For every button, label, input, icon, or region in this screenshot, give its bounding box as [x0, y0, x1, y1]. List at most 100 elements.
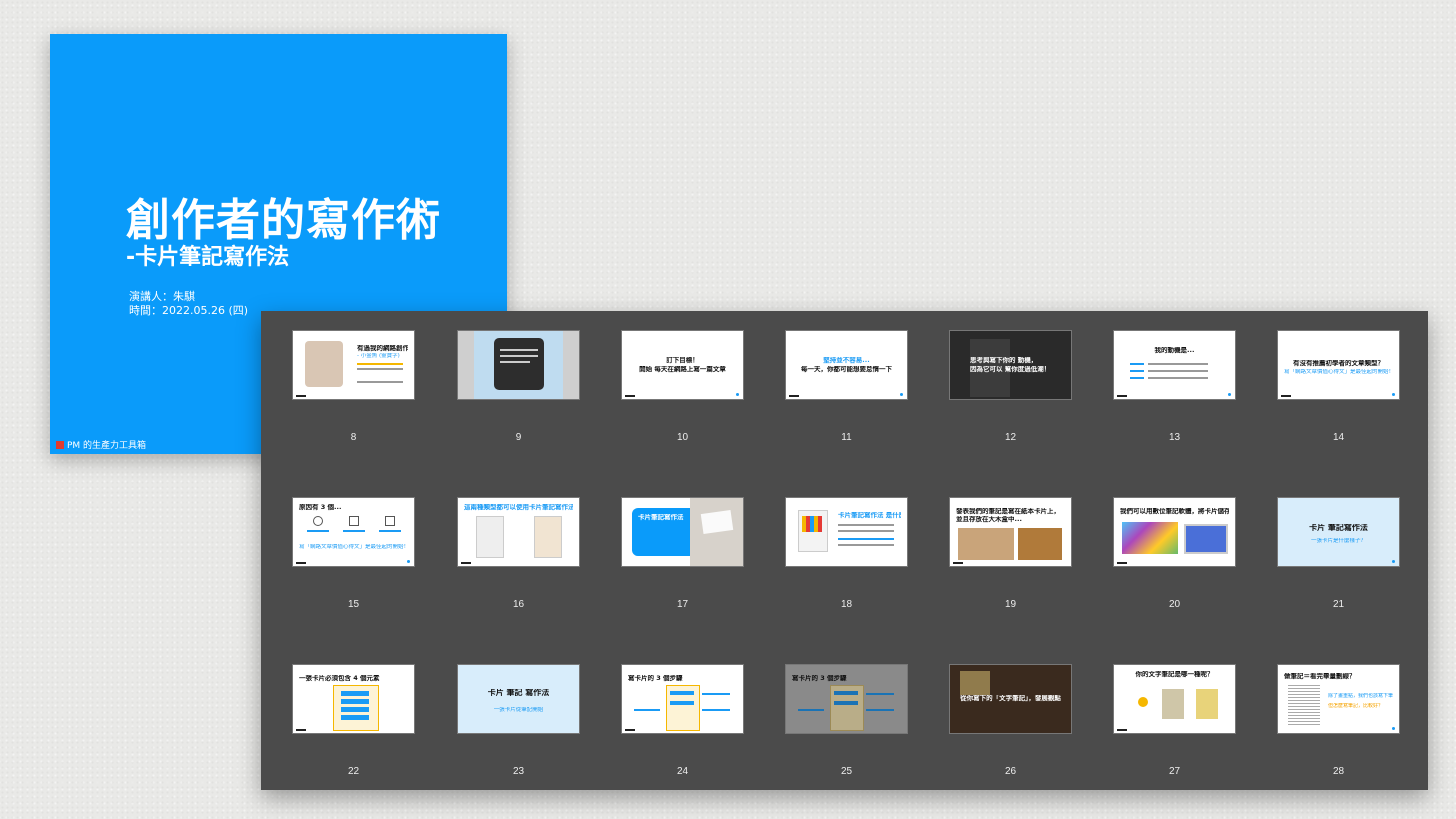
slide-preview[interactable] [457, 330, 580, 400]
document-image [476, 516, 504, 558]
page-marker [1392, 727, 1395, 730]
slide-number: 24 [676, 766, 689, 777]
slide-number: 14 [1332, 432, 1345, 443]
slide-text: 卡片 筆記 寫作法 [487, 689, 550, 696]
slide-preview[interactable]: 卡片筆記寫作法 [621, 497, 744, 567]
slide-preview[interactable]: 做筆記＝看完畢量劃線？ 除了畫重點，我們也該寫下筆記！ 但怎麼寫筆記，比較好？ [1277, 664, 1400, 734]
slide-preview[interactable]: 這兩種類型都可以使用卡片筆記寫作法！ [457, 497, 580, 567]
note-photo [1162, 689, 1184, 719]
card-box-photo [958, 528, 1014, 560]
slide-text: 我們可以用數位筆記軟體，將卡片儲存在電腦中！ [1120, 508, 1229, 515]
slide-text: 卡片筆記寫作法 是什麼？ [838, 512, 901, 519]
brand-mark [296, 395, 306, 397]
slide-preview[interactable]: 發表我們的筆記是寫在紙本卡片上， 並且存放在大木盒中... [949, 497, 1072, 567]
slide-text: 你的文字筆記是哪一種呢？ [1135, 671, 1214, 678]
brand-mark [1117, 729, 1127, 731]
slide-number: 17 [676, 599, 689, 610]
note-photo [1196, 689, 1218, 719]
slide-number: 16 [512, 599, 525, 610]
step-label [866, 693, 894, 695]
card-element [341, 691, 369, 696]
card-drawer-photo [1018, 528, 1062, 560]
brand-logo-icon [56, 440, 64, 449]
slide-text: 發表我們的筆記是寫在紙本卡片上， [956, 508, 1060, 515]
slide-preview[interactable]: 我的動機是... [1113, 330, 1236, 400]
output-icon [385, 516, 395, 526]
brand-mark [1281, 395, 1291, 397]
page-marker [1392, 393, 1395, 396]
side-panel [563, 331, 579, 399]
slide-text: 從你寫下的「文字筆記」，發展觀點 [960, 695, 1061, 702]
page-marker [407, 560, 410, 563]
card-element [341, 707, 369, 712]
laptop-image [1184, 524, 1228, 554]
slide-sorter-panel: 有過我的網路創作者 - 小金魚 (靈寶字) 8 9 訂下目標！ 開始 每天在網路… [261, 311, 1428, 790]
slide-text: 一張卡片是什麼樣子？ [1310, 538, 1366, 544]
step-label [702, 693, 730, 695]
brand-footer: PM 的生產力工具箱 [56, 438, 146, 451]
slide-number: 21 [1332, 599, 1345, 610]
slide-text: 並且存放在大木盒中... [956, 516, 1022, 523]
slide-preview[interactable]: 寫卡片的 3 個步驟 [621, 664, 744, 734]
page-marker [736, 393, 739, 396]
slide-preview[interactable]: 有沒有推薦初學者的文章類型？ 寫「網路文章價值心得文」是最佳起的開始！ [1277, 330, 1400, 400]
slide-preview[interactable]: 你的文字筆記是哪一種呢？ [1113, 664, 1236, 734]
side-panel [458, 331, 474, 399]
speaker-photo [305, 341, 343, 387]
highlighted-page [1288, 685, 1320, 727]
text-placeholder [1130, 363, 1144, 365]
app-icons-collage [1122, 522, 1178, 554]
brand-mark [625, 395, 635, 397]
text-placeholder [1130, 377, 1144, 379]
date-label: 時間：2022.05.26 (四) [129, 304, 249, 317]
brand-mark [789, 395, 799, 397]
slide-preview[interactable]: 卡片 筆記寫作法 一張卡片是什麼樣子？ [1277, 497, 1400, 567]
page-marker [900, 393, 903, 396]
slide-text: 訂下目標！ [666, 357, 699, 364]
slide-preview[interactable]: 訂下目標！ 開始 每天在網路上寫一篇文章 [621, 330, 744, 400]
slide-text: 開始 每天在網路上寫一篇文章 [639, 366, 726, 373]
slide-text: 有沒有推薦初學者的文章類型？ [1293, 360, 1384, 367]
slide-text: 但怎麼寫筆記，比較好？ [1328, 703, 1384, 709]
slide-preview[interactable]: 堅持並不容易... 每一天，你都可能想要怠惰一下 [785, 330, 908, 400]
step-label [702, 709, 730, 711]
slide-preview[interactable]: 卡片 筆記 寫作法 一張卡片從筆記開始 [457, 664, 580, 734]
text-placeholder [500, 355, 538, 357]
slide-text: 堅持並不容易... [823, 357, 870, 364]
slide-number: 12 [1004, 432, 1017, 443]
slide-preview[interactable]: 寫卡片的 3 個步驟 [785, 664, 908, 734]
card-element [341, 715, 369, 720]
slide-number: 19 [1004, 599, 1017, 610]
text-placeholder [1148, 363, 1208, 365]
text-placeholder [838, 544, 894, 546]
slide-text: - 小金魚 (靈寶字) [357, 353, 400, 359]
slide-subtitle: -卡片筆記寫作法 [126, 245, 290, 270]
slide-number: 10 [676, 432, 689, 443]
slide-preview[interactable]: 我們可以用數位筆記軟體，將卡片儲存在電腦中！ [1113, 497, 1236, 567]
text-placeholder [838, 530, 894, 532]
text-placeholder [357, 368, 403, 370]
slide-text: 卡片 筆記寫作法 [1309, 524, 1368, 531]
slide-text: 寫卡片的 3 個步驟 [628, 675, 683, 682]
slide-text: 因為它可以 幫你度過低潮！ [970, 366, 1051, 373]
slide-number: 28 [1332, 766, 1345, 777]
brand-mark [1117, 395, 1127, 397]
slide-text: 寫「網路文章價值心得文」是最佳起的開始！ [1284, 369, 1393, 375]
text-placeholder [1148, 377, 1208, 379]
slide-preview[interactable]: 卡片筆記寫作法 是什麼？ [785, 497, 908, 567]
slide-preview[interactable]: 原因有 3 個... 寫「網路文章價值心得文」是最佳起的開始！ [292, 497, 415, 567]
card-element [670, 691, 694, 695]
slide-preview[interactable]: 思考與寫下你的 動機， 因為它可以 幫你度過低潮！ [949, 330, 1072, 400]
text-placeholder [343, 530, 365, 532]
step-label [866, 709, 894, 711]
slide-preview[interactable]: 一張卡片必須包含 4 個元素 [292, 664, 415, 734]
slide-number: 23 [512, 766, 525, 777]
slide-text: 寫「網路文章價值心得文」是最佳起的開始！ [299, 544, 408, 550]
slide-text: 每一天，你都可能想要怠惰一下 [801, 366, 892, 373]
slide-preview[interactable]: 有過我的網路創作者 - 小金魚 (靈寶字) [292, 330, 415, 400]
slide-preview[interactable]: 從你寫下的「文字筆記」，發展觀點 [949, 664, 1072, 734]
card-element [834, 691, 858, 695]
text-placeholder [500, 349, 538, 351]
brand-name: PM 的生產力工具箱 [67, 441, 147, 451]
input-icon [313, 516, 323, 526]
